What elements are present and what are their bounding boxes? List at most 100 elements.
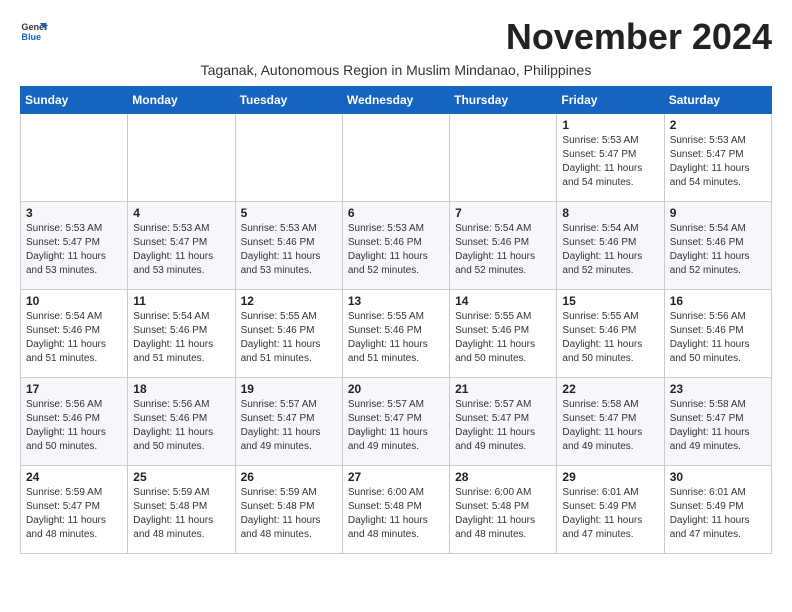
day-number: 7 — [455, 206, 551, 220]
day-info: Sunrise: 5:58 AM Sunset: 5:47 PM Dayligh… — [670, 398, 766, 454]
day-number: 16 — [670, 294, 766, 308]
calendar-cell: 8Sunrise: 5:54 AM Sunset: 5:46 PM Daylig… — [557, 202, 664, 290]
day-number: 26 — [241, 470, 337, 484]
day-number: 25 — [133, 470, 229, 484]
calendar-cell — [450, 114, 557, 202]
day-number: 21 — [455, 382, 551, 396]
day-number: 14 — [455, 294, 551, 308]
calendar-cell: 18 Sunrise: 5:56 AM Sunset: 5:46 PM Dayli… — [128, 378, 235, 466]
calendar-week-row: 24 Sunrise: 5:59 AM Sunset: 5:47 PM Dayli… — [21, 466, 772, 554]
day-info: Sunrise: 5:54 AM Sunset: 5:46 PM Dayligh… — [26, 310, 122, 366]
column-header-tuesday: Tuesday — [235, 87, 342, 114]
calendar-week-row: 17 Sunrise: 5:56 AM Sunset: 5:46 PM Dayli… — [21, 378, 772, 466]
day-info: Sunrise: 5:56 AM Sunset: 5:46 PM Dayligh… — [26, 398, 122, 454]
day-info: Sunrise: 5:55 AM Sunset: 5:46 PM Dayligh… — [241, 310, 337, 366]
calendar-cell: 3 Sunrise: 5:53 AM Sunset: 5:47 PM Daylig… — [21, 202, 128, 290]
calendar-cell: 9 Sunrise: 5:54 AM Sunset: 5:46 PM Daylig… — [664, 202, 771, 290]
day-info: Sunrise: 5:53 AM Sunset: 5:47 PM Dayligh… — [26, 222, 122, 278]
day-info: Sunrise: 5:53 AM Sunset: 5:46 PM Dayligh… — [348, 222, 444, 278]
day-number: 18 — [133, 382, 229, 396]
day-info: Sunrise: 5:56 AM Sunset: 5:46 PM Dayligh… — [670, 310, 766, 366]
column-header-friday: Friday — [557, 87, 664, 114]
calendar-cell: 21 Sunrise: 5:57 AM Sunset: 5:47 PM Dayli… — [450, 378, 557, 466]
day-number: 11 — [133, 294, 229, 308]
day-number: 15 — [562, 294, 658, 308]
calendar-header-row: SundayMondayTuesdayWednesdayThursdayFrid… — [21, 87, 772, 114]
calendar-table: SundayMondayTuesdayWednesdayThursdayFrid… — [20, 86, 772, 554]
column-header-sunday: Sunday — [21, 87, 128, 114]
calendar-week-row: 1 Sunrise: 5:53 AM Sunset: 5:47 PM Daylig… — [21, 114, 772, 202]
calendar-subtitle: Taganak, Autonomous Region in Muslim Min… — [20, 62, 772, 78]
day-number: 20 — [348, 382, 444, 396]
day-number: 3 — [26, 206, 122, 220]
day-number: 19 — [241, 382, 337, 396]
day-info: Sunrise: 5:55 AM Sunset: 5:46 PM Dayligh… — [455, 310, 551, 366]
calendar-cell: 5 Sunrise: 5:53 AM Sunset: 5:46 PM Daylig… — [235, 202, 342, 290]
day-number: 13 — [348, 294, 444, 308]
calendar-cell — [342, 114, 449, 202]
calendar-cell: 7 Sunrise: 5:54 AM Sunset: 5:46 PM Daylig… — [450, 202, 557, 290]
day-number: 27 — [348, 470, 444, 484]
calendar-cell: 25 Sunrise: 5:59 AM Sunset: 5:48 PM Dayli… — [128, 466, 235, 554]
day-number: 22 — [562, 382, 658, 396]
calendar-cell: 6 Sunrise: 5:53 AM Sunset: 5:46 PM Daylig… — [342, 202, 449, 290]
calendar-week-row: 10 Sunrise: 5:54 AM Sunset: 5:46 PM Dayli… — [21, 290, 772, 378]
column-header-wednesday: Wednesday — [342, 87, 449, 114]
calendar-cell: 16 Sunrise: 5:56 AM Sunset: 5:46 PM Dayli… — [664, 290, 771, 378]
day-number: 30 — [670, 470, 766, 484]
day-info: Sunrise: 5:53 AM Sunset: 5:47 PM Dayligh… — [562, 134, 658, 190]
calendar-cell: 11 Sunrise: 5:54 AM Sunset: 5:46 PM Dayli… — [128, 290, 235, 378]
day-info: Sunrise: 5:59 AM Sunset: 5:48 PM Dayligh… — [133, 486, 229, 542]
day-number: 24 — [26, 470, 122, 484]
day-info: Sunrise: 5:53 AM Sunset: 5:46 PM Dayligh… — [241, 222, 337, 278]
day-number: 1 — [562, 118, 658, 132]
day-info: Sunrise: 5:53 AM Sunset: 5:47 PM Dayligh… — [133, 222, 229, 278]
day-info: Sunrise: 5:55 AM Sunset: 5:46 PM Dayligh… — [562, 310, 658, 366]
day-number: 10 — [26, 294, 122, 308]
day-info: Sunrise: 5:53 AM Sunset: 5:47 PM Dayligh… — [670, 134, 766, 190]
day-number: 12 — [241, 294, 337, 308]
day-info: Sunrise: 5:54 AM Sunset: 5:46 PM Dayligh… — [133, 310, 229, 366]
logo: General Blue — [20, 16, 48, 44]
calendar-cell: 10 Sunrise: 5:54 AM Sunset: 5:46 PM Dayli… — [21, 290, 128, 378]
calendar-cell: 19 Sunrise: 5:57 AM Sunset: 5:47 PM Dayli… — [235, 378, 342, 466]
day-number: 23 — [670, 382, 766, 396]
calendar-cell: 2 Sunrise: 5:53 AM Sunset: 5:47 PM Daylig… — [664, 114, 771, 202]
day-info: Sunrise: 5:57 AM Sunset: 5:47 PM Dayligh… — [241, 398, 337, 454]
day-info: Sunrise: 5:59 AM Sunset: 5:47 PM Dayligh… — [26, 486, 122, 542]
day-info: Sunrise: 5:59 AM Sunset: 5:48 PM Dayligh… — [241, 486, 337, 542]
day-info: Sunrise: 5:54 AM Sunset: 5:46 PM Dayligh… — [455, 222, 551, 278]
calendar-cell: 28 Sunrise: 6:00 AM Sunset: 5:48 PM Dayli… — [450, 466, 557, 554]
day-number: 29 — [562, 470, 658, 484]
day-number: 9 — [670, 206, 766, 220]
day-number: 28 — [455, 470, 551, 484]
day-info: Sunrise: 5:57 AM Sunset: 5:47 PM Dayligh… — [455, 398, 551, 454]
calendar-cell: 20Sunrise: 5:57 AM Sunset: 5:47 PM Dayli… — [342, 378, 449, 466]
day-number: 8 — [562, 206, 658, 220]
column-header-saturday: Saturday — [664, 87, 771, 114]
day-number: 6 — [348, 206, 444, 220]
day-number: 17 — [26, 382, 122, 396]
day-info: Sunrise: 5:55 AM Sunset: 5:46 PM Dayligh… — [348, 310, 444, 366]
calendar-cell: 30 Sunrise: 6:01 AM Sunset: 5:49 PM Dayli… — [664, 466, 771, 554]
day-info: Sunrise: 6:01 AM Sunset: 5:49 PM Dayligh… — [562, 486, 658, 542]
calendar-cell: 24 Sunrise: 5:59 AM Sunset: 5:47 PM Dayli… — [21, 466, 128, 554]
calendar-cell: 14 Sunrise: 5:55 AM Sunset: 5:46 PM Dayli… — [450, 290, 557, 378]
calendar-cell: 29 Sunrise: 6:01 AM Sunset: 5:49 PM Dayli… — [557, 466, 664, 554]
day-info: Sunrise: 6:00 AM Sunset: 5:48 PM Dayligh… — [348, 486, 444, 542]
day-number: 2 — [670, 118, 766, 132]
calendar-cell: 23 Sunrise: 5:58 AM Sunset: 5:47 PM Dayli… — [664, 378, 771, 466]
svg-text:Blue: Blue — [21, 32, 41, 42]
day-info: Sunrise: 6:00 AM Sunset: 5:48 PM Dayligh… — [455, 486, 551, 542]
day-number: 4 — [133, 206, 229, 220]
calendar-cell — [128, 114, 235, 202]
day-number: 5 — [241, 206, 337, 220]
day-info: Sunrise: 5:54 AM Sunset: 5:46 PM Dayligh… — [670, 222, 766, 278]
calendar-cell: 15 Sunrise: 5:55 AM Sunset: 5:46 PM Dayli… — [557, 290, 664, 378]
calendar-week-row: 3 Sunrise: 5:53 AM Sunset: 5:47 PM Daylig… — [21, 202, 772, 290]
logo-icon: General Blue — [20, 16, 48, 44]
day-info: Sunrise: 5:56 AM Sunset: 5:46 PM Dayligh… — [133, 398, 229, 454]
calendar-cell: 17 Sunrise: 5:56 AM Sunset: 5:46 PM Dayli… — [21, 378, 128, 466]
day-info: Sunrise: 6:01 AM Sunset: 5:49 PM Dayligh… — [670, 486, 766, 542]
calendar-cell: 12 Sunrise: 5:55 AM Sunset: 5:46 PM Dayli… — [235, 290, 342, 378]
